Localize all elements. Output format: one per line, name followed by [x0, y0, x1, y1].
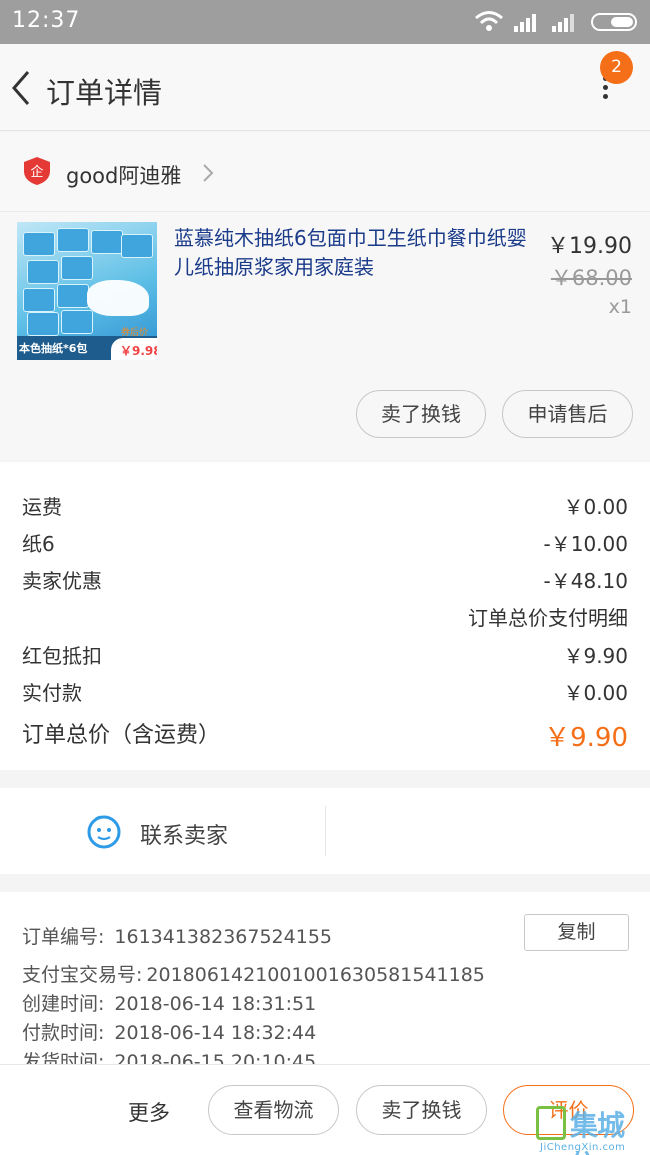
payment-time: 2018-06-14 18:32:44: [114, 1022, 317, 1044]
actual-paid-row: 实付款 ￥0.00: [22, 677, 628, 707]
copy-button[interactable]: 复制: [524, 914, 629, 951]
contact-seller-button[interactable]: 联系卖家: [140, 818, 228, 850]
alipay-trade-number: 2018061421001001630581541185: [146, 964, 485, 986]
shipping-row: 运费 ￥0.00: [22, 491, 628, 521]
order-number: 161341382367524155: [114, 926, 332, 948]
seller-discount-row: 卖家优惠 -￥48.10: [22, 565, 628, 595]
divider: [325, 806, 326, 856]
signal-icon: [514, 14, 536, 32]
header-bar: 订单详情 2: [0, 44, 650, 131]
notification-badge: 2: [600, 51, 633, 84]
price-breakdown: 运费 ￥0.00 纸6 -￥10.00 卖家优惠 -￥48.10 订单总价支付明…: [0, 462, 650, 770]
red-packet-row: 红包抵扣 ￥9.90: [22, 640, 628, 670]
chat-bubble-icon[interactable]: [86, 814, 122, 850]
order-info: 订单编号: 161341382367524155 复制 支付宝交易号: 201806…: [0, 892, 650, 1064]
coupon-value: -￥10.00: [543, 532, 628, 556]
status-bar: 12:37: [0, 0, 650, 44]
payment-time-row: 付款时间: 2018-06-14 18:32:44: [22, 1018, 316, 1045]
seller-discount-value: -￥48.10: [543, 569, 628, 593]
payment-detail-row: 订单总价支付明细: [22, 602, 628, 632]
red-packet-value: ￥9.90: [563, 644, 628, 668]
product-price: ￥19.90: [547, 234, 632, 259]
product-quantity: x1: [608, 296, 632, 318]
status-time: 12:37: [12, 8, 81, 33]
thumbnail-ribbon-text: 本色抽纸*6包: [19, 342, 88, 355]
contact-seller-bar: 联系卖家: [0, 788, 650, 874]
wifi-icon: [475, 11, 503, 31]
product-name[interactable]: 蓝慕纯木抽纸6包面巾卫生纸巾餐巾纸婴儿纸抽原浆家用家庭装: [174, 224, 544, 282]
watermark-url: JiChengXin.com: [540, 1142, 626, 1153]
app-root: 12:37 订单详情 2 企 good阿迪雅 本色抽纸*6包 券后价 ￥9.9 …: [0, 0, 650, 1155]
actual-paid-value: ￥0.00: [563, 681, 628, 705]
battery-icon: [591, 13, 637, 31]
sell-for-cash-button[interactable]: 卖了换钱: [356, 1085, 487, 1135]
back-arrow-icon[interactable]: [10, 68, 32, 108]
more-button[interactable]: 更多: [128, 1097, 170, 1127]
product-card[interactable]: 本色抽纸*6包 券后价 ￥9.98 蓝慕纯木抽纸6包面巾卫生纸巾餐巾纸婴儿纸抽原…: [0, 212, 650, 460]
view-logistics-button[interactable]: 查看物流: [208, 1085, 339, 1135]
shop-row[interactable]: 企 good阿迪雅: [0, 132, 650, 212]
order-number-label: 订单编号:: [22, 926, 105, 948]
created-time: 2018-06-14 18:31:51: [114, 993, 317, 1015]
order-number-row: 订单编号: 161341382367524155: [22, 922, 332, 949]
shipping-time-label: 发货时间:: [22, 1051, 105, 1064]
product-original-price: ￥68.00: [550, 266, 632, 290]
order-total-row: 订单总价（含运费） ￥9.90: [22, 717, 628, 757]
alipay-trade-label: 支付宝交易号:: [22, 964, 143, 986]
actual-paid-label: 实付款: [22, 681, 82, 705]
seller-discount-label: 卖家优惠: [22, 569, 102, 593]
red-packet-label: 红包抵扣: [22, 644, 102, 668]
shipping-time-row: 发货时间: 2018-06-15 20:10:45: [22, 1047, 316, 1064]
watermark-logo-icon: [536, 1106, 566, 1140]
thumbnail-price: ￥9.98: [120, 344, 157, 358]
page-title: 订单详情: [46, 76, 163, 110]
enterprise-shield-icon: 企: [24, 157, 50, 185]
alipay-trade-row: 支付宝交易号: 2018061421001001630581541185: [22, 960, 485, 987]
shipping-time: 2018-06-15 20:10:45: [114, 1051, 317, 1064]
order-total-value: ￥9.90: [544, 723, 628, 753]
coupon-row: 纸6 -￥10.00: [22, 528, 628, 558]
product-thumbnail[interactable]: 本色抽纸*6包 券后价 ￥9.98: [17, 222, 157, 360]
svg-text:企: 企: [30, 164, 43, 180]
payment-detail-link[interactable]: 订单总价支付明细: [468, 602, 628, 631]
shipping-value: ￥0.00: [563, 495, 628, 519]
shop-name[interactable]: good阿迪雅: [66, 160, 181, 190]
sell-for-cash-button[interactable]: 卖了换钱: [356, 390, 486, 438]
chevron-right-icon: [203, 164, 214, 182]
shipping-label: 运费: [22, 495, 62, 519]
thumbnail-price-label: 券后价: [121, 328, 149, 338]
order-total-label: 订单总价（含运费）: [22, 723, 221, 748]
signal-icon: [552, 14, 574, 32]
created-time-label: 创建时间:: [22, 993, 105, 1015]
watermark: 集城信 JiChengXin.com: [536, 1104, 648, 1155]
after-sale-button[interactable]: 申请售后: [502, 390, 633, 438]
payment-time-label: 付款时间:: [22, 1022, 105, 1044]
coupon-label: 纸6: [22, 532, 55, 556]
created-time-row: 创建时间: 2018-06-14 18:31:51: [22, 989, 316, 1016]
